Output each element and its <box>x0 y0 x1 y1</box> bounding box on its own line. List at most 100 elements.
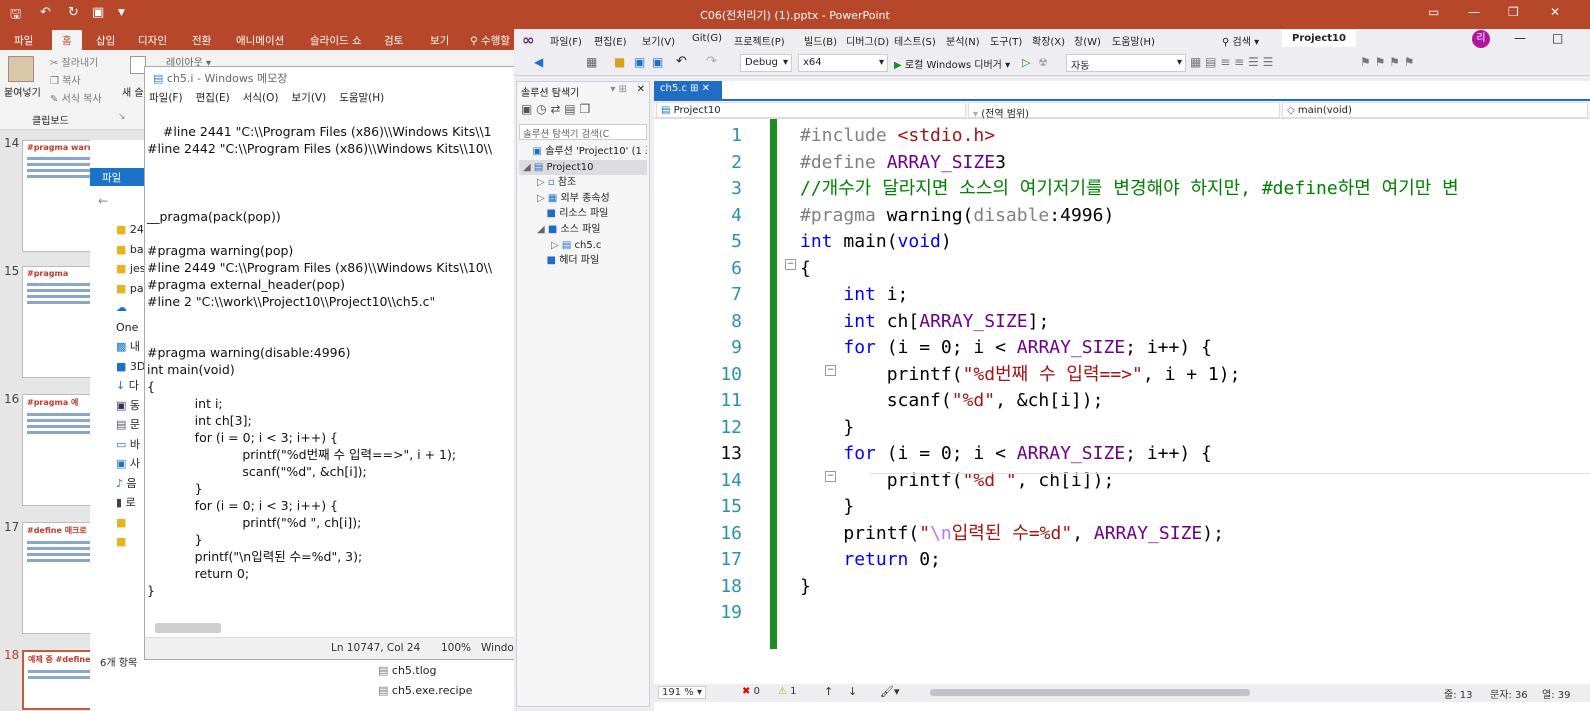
tab-file[interactable]: 파일 <box>14 33 33 48</box>
tab-home[interactable]: 홈 <box>52 30 82 50</box>
expand-icon[interactable]: ▷ <box>537 193 548 204</box>
vs-maximize-icon[interactable]: □ <box>1552 31 1563 45</box>
tab-animations[interactable]: 애니메이션 <box>236 33 284 48</box>
pin-icon[interactable]: ▾ ⊞ <box>610 84 627 95</box>
new-slide-label[interactable]: 새 슬 <box>122 84 144 99</box>
code-cleanup-icon[interactable]: 🖌▾ <box>880 685 900 698</box>
vs-menu-item[interactable]: 분석(N) <box>946 33 980 48</box>
menu-format[interactable]: 서식(O) <box>243 92 279 104</box>
project-dropdown[interactable]: ▤ Project10 <box>656 102 966 118</box>
tab-ch5-c[interactable]: ch5.c ⊞ ✕ <box>654 81 722 99</box>
navigate-back-icon[interactable]: ◀ <box>534 55 543 69</box>
file-list-item[interactable]: ▤ ch5.exe.recipe <box>378 684 472 697</box>
explorer-file-tab[interactable]: 파일 <box>90 168 150 186</box>
tab-tell-me[interactable]: ⚲ 수행할 <box>470 33 510 48</box>
new-project-icon[interactable]: ▦ <box>586 55 597 69</box>
up-arrow-icon[interactable]: ↑ <box>824 685 833 698</box>
menu-file[interactable]: 파일(F) <box>149 92 183 104</box>
expand-icon[interactable] <box>523 146 533 157</box>
hot-reload-icon[interactable]: ☢ <box>1038 56 1048 69</box>
vs-menu-item[interactable]: 디버그(D) <box>846 33 889 48</box>
redo-icon[interactable]: ↷ <box>706 54 717 69</box>
solution-tree-item[interactable]: ▣ 솔루션 'Project10' (1 프 <box>519 144 647 160</box>
tool-icon[interactable]: ▦ ▤ ≡ ≡ ☰ ☰ <box>1190 55 1273 69</box>
close-tab-icon[interactable]: ✕ <box>702 83 710 94</box>
undo-icon[interactable]: ↶ <box>676 54 687 69</box>
menu-view[interactable]: 보기(V) <box>292 92 327 104</box>
vs-menu-item[interactable]: 빌드(B) <box>804 33 837 48</box>
solution-tree-item[interactable]: ◢ ▤ Project10 <box>519 159 647 176</box>
save-icon[interactable]: ▣ <box>634 55 645 69</box>
scope-dropdown[interactable]: ▾ (전역 범위) <box>968 102 1280 120</box>
tab-insert[interactable]: 삽입 <box>96 33 115 48</box>
run-target-select[interactable]: 자동 ▾ <box>1066 54 1186 72</box>
menu-edit[interactable]: 편집(E) <box>196 92 230 104</box>
vs-minimize-icon[interactable]: — <box>1514 31 1526 45</box>
platform-select[interactable]: x64 ▾ <box>798 54 888 72</box>
user-avatar[interactable]: 리 <box>1472 30 1490 48</box>
vs-search-box[interactable]: ⚲ 검색 ▾ <box>1222 33 1259 48</box>
vs-menu-item[interactable]: 프로젝트(P) <box>734 33 785 48</box>
dialog-launcher-icon[interactable]: ↘ <box>118 112 126 122</box>
solution-tree-item[interactable]: ▷ ▫ 참조 <box>519 175 647 191</box>
tab-review[interactable]: 검토 <box>384 33 403 48</box>
paste-button-label[interactable]: 붙여넣기 <box>4 84 41 99</box>
solution-tree-item[interactable]: ◢ ■ 소스 파일 <box>519 222 647 238</box>
cut-button[interactable]: ✂ 잘라내기 <box>50 54 98 69</box>
member-dropdown[interactable]: ◇ main(void) <box>1282 102 1588 118</box>
pin-icon[interactable]: ⊞ <box>690 83 698 94</box>
format-painter-button[interactable]: ✎ 서식 복사 <box>50 90 102 105</box>
close-panel-icon[interactable]: ✕ <box>637 84 645 95</box>
vs-menu-item[interactable]: 도구(T) <box>990 33 1022 48</box>
start-without-debugging-icon[interactable]: ▷ <box>1022 56 1030 69</box>
tab-design[interactable]: 디자인 <box>138 33 167 48</box>
start-debugging-button[interactable]: ▶ 로컬 Windows 디버거 ▾ <box>894 56 1010 71</box>
warning-count[interactable]: ⚠ 1 <box>778 686 797 697</box>
error-count[interactable]: ✖ 0 <box>742 686 760 697</box>
vs-menu-item[interactable]: 창(W) <box>1074 33 1101 48</box>
code-text-area[interactable]: 1 #include <stdio.h> 2 #define ARRAY_SIZE3 3… <box>654 119 1590 659</box>
vs-menu-item[interactable]: 도움말(H) <box>1112 33 1155 48</box>
paste-icon[interactable] <box>8 56 34 82</box>
vs-menu-item[interactable]: 파일(F) <box>550 33 582 48</box>
solution-tree-item[interactable]: ■ 리소스 파일 <box>519 206 647 222</box>
solution-search-input[interactable]: 솔루션 탐색기 검색(C <box>519 124 647 140</box>
expand-icon[interactable]: ▷ <box>537 177 548 188</box>
horizontal-scrollbar-thumb[interactable] <box>155 623 221 633</box>
vs-menu-item[interactable]: 편집(E) <box>594 33 627 48</box>
solution-tree-item[interactable]: ▷ ▦ 외부 종속성 <box>519 191 647 207</box>
expand-icon[interactable]: ◢ <box>537 224 548 235</box>
expand-icon[interactable]: ▷ <box>551 240 562 251</box>
collapse-icon[interactable]: − <box>825 471 836 482</box>
notepad-text-area[interactable]: #line 2441 "C:\\Program Files (x86)\\Win… <box>147 123 513 631</box>
solution-toolbar[interactable]: ▣ ◷ ⇄ ▤ ❐ <box>521 102 647 116</box>
menu-help[interactable]: 도움말(H) <box>339 92 384 104</box>
collapse-icon[interactable]: − <box>825 365 836 376</box>
vs-menu-item[interactable]: 테스트(S) <box>894 33 936 48</box>
configuration-select[interactable]: Debug ▾ <box>740 54 792 72</box>
open-folder-icon[interactable]: ■ <box>614 55 625 69</box>
vs-menu-item[interactable]: Git(G) <box>692 33 722 44</box>
expand-icon[interactable] <box>537 255 547 266</box>
vs-menu-item[interactable]: 보기(V) <box>642 33 675 48</box>
tab-view[interactable]: 보기 <box>430 33 449 48</box>
tab-slideshow[interactable]: 슬라이드 쇼 <box>310 33 362 48</box>
editor-zoom[interactable]: 191 % ▾ <box>658 686 706 699</box>
horizontal-scrollbar-thumb[interactable] <box>930 689 1250 696</box>
solution-tree-item[interactable]: ■ 헤더 파일 <box>519 253 647 269</box>
save-all-icon[interactable]: ▣ <box>652 55 663 69</box>
restore-icon[interactable]: ❐ <box>1508 5 1519 19</box>
minimize-icon[interactable]: — <box>1468 5 1480 19</box>
copy-button[interactable]: ❐ 복사 <box>50 72 81 87</box>
file-list-item[interactable]: ▤ ch5.tlog <box>378 664 437 677</box>
down-arrow-icon[interactable]: ↓ <box>848 685 857 698</box>
back-arrow-icon[interactable]: ← <box>98 194 108 208</box>
close-icon[interactable]: ✕ <box>1550 5 1560 19</box>
expand-icon[interactable]: ◢ <box>523 162 534 173</box>
bookmark-icon[interactable]: ⚑ ⚑ ⚑ ⚑ <box>1360 55 1414 69</box>
expand-icon[interactable] <box>537 208 547 219</box>
solution-tree-item[interactable]: ▷ ▤ ch5.c <box>519 238 647 254</box>
tab-transitions[interactable]: 전환 <box>192 33 211 48</box>
ribbon-display-icon[interactable]: ▭ <box>1428 5 1439 19</box>
vs-menu-item[interactable]: 확장(X) <box>1032 33 1065 48</box>
